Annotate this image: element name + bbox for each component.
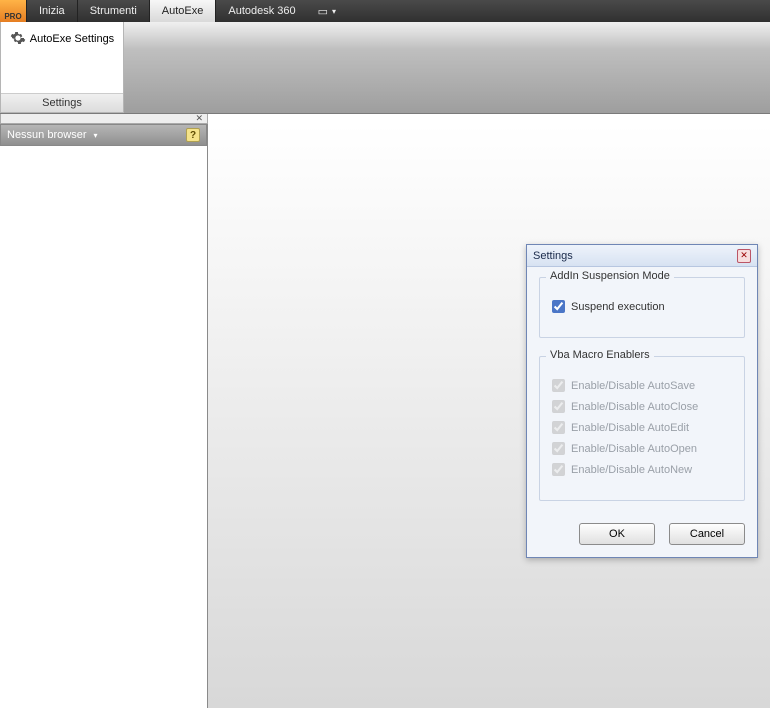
menu-extra[interactable]: ▭ ▾ bbox=[308, 0, 346, 22]
autoopen-checkbox bbox=[552, 442, 565, 455]
panel-strip: ✕ bbox=[0, 114, 208, 124]
browser-header[interactable]: Nessun browser ▾ ? bbox=[0, 124, 207, 146]
dialog-title-text: Settings bbox=[533, 250, 573, 262]
menu-inizia[interactable]: Inizia bbox=[26, 0, 77, 22]
autoclose-checkbox bbox=[552, 400, 565, 413]
chevron-down-icon: ▾ bbox=[332, 7, 336, 16]
close-icon[interactable]: ✕ bbox=[193, 113, 205, 124]
ribbon-panel-settings: AutoExe Settings Settings bbox=[0, 22, 124, 113]
suspend-execution-row[interactable]: Suspend execution bbox=[552, 300, 732, 313]
autoclose-label: Enable/Disable AutoClose bbox=[571, 401, 698, 413]
autoedit-label: Enable/Disable AutoEdit bbox=[571, 422, 689, 434]
pro-badge: PRO bbox=[0, 0, 26, 22]
autoedit-checkbox bbox=[552, 421, 565, 434]
gear-icon bbox=[10, 30, 26, 49]
dialog-buttons: OK Cancel bbox=[539, 519, 745, 545]
menubar: PRO Inizia Strumenti AutoExe Autodesk 36… bbox=[0, 0, 770, 22]
dialog-titlebar[interactable]: Settings ✕ bbox=[527, 245, 757, 267]
ok-button[interactable]: OK bbox=[579, 523, 655, 545]
group-suspension-header: AddIn Suspension Mode bbox=[546, 270, 674, 282]
autosave-row: Enable/Disable AutoSave bbox=[552, 379, 732, 392]
autosave-checkbox bbox=[552, 379, 565, 392]
menu-autoexe[interactable]: AutoExe bbox=[149, 0, 216, 22]
autosave-label: Enable/Disable AutoSave bbox=[571, 380, 695, 392]
autoopen-label: Enable/Disable AutoOpen bbox=[571, 443, 697, 455]
ribbon-area: AutoExe Settings Settings bbox=[0, 22, 770, 114]
sidebar: Nessun browser ▾ ? bbox=[0, 124, 208, 708]
ribbon-panel-title: Settings bbox=[1, 93, 123, 112]
browser-label: Nessun browser bbox=[7, 129, 86, 141]
help-icon[interactable]: ? bbox=[186, 128, 200, 142]
suspend-execution-label: Suspend execution bbox=[571, 301, 665, 313]
settings-dialog: Settings ✕ AddIn Suspension Mode Suspend… bbox=[526, 244, 758, 558]
dialog-body: AddIn Suspension Mode Suspend execution … bbox=[527, 267, 757, 557]
autoedit-row: Enable/Disable AutoEdit bbox=[552, 421, 732, 434]
close-icon[interactable]: ✕ bbox=[737, 249, 751, 263]
autonew-checkbox bbox=[552, 463, 565, 476]
group-suspension: AddIn Suspension Mode Suspend execution bbox=[539, 277, 745, 338]
main-split: Nessun browser ▾ ? Settings ✕ AddIn Susp… bbox=[0, 124, 770, 708]
chevron-down-icon: ▾ bbox=[94, 131, 98, 140]
suspend-execution-checkbox[interactable] bbox=[552, 300, 565, 313]
group-vba-header: Vba Macro Enablers bbox=[546, 349, 654, 361]
autoopen-row: Enable/Disable AutoOpen bbox=[552, 442, 732, 455]
menu-autodesk360[interactable]: Autodesk 360 bbox=[215, 0, 307, 22]
autonew-label: Enable/Disable AutoNew bbox=[571, 464, 692, 476]
autoexe-settings-button[interactable]: AutoExe Settings bbox=[1, 22, 123, 93]
autoexe-settings-label: AutoExe Settings bbox=[30, 33, 114, 45]
cancel-button[interactable]: Cancel bbox=[669, 523, 745, 545]
canvas: Settings ✕ AddIn Suspension Mode Suspend… bbox=[208, 124, 770, 708]
autoclose-row: Enable/Disable AutoClose bbox=[552, 400, 732, 413]
group-vba: Vba Macro Enablers Enable/Disable AutoSa… bbox=[539, 356, 745, 501]
menu-strumenti[interactable]: Strumenti bbox=[77, 0, 149, 22]
autonew-row: Enable/Disable AutoNew bbox=[552, 463, 732, 476]
box-icon: ▭ bbox=[318, 5, 328, 18]
